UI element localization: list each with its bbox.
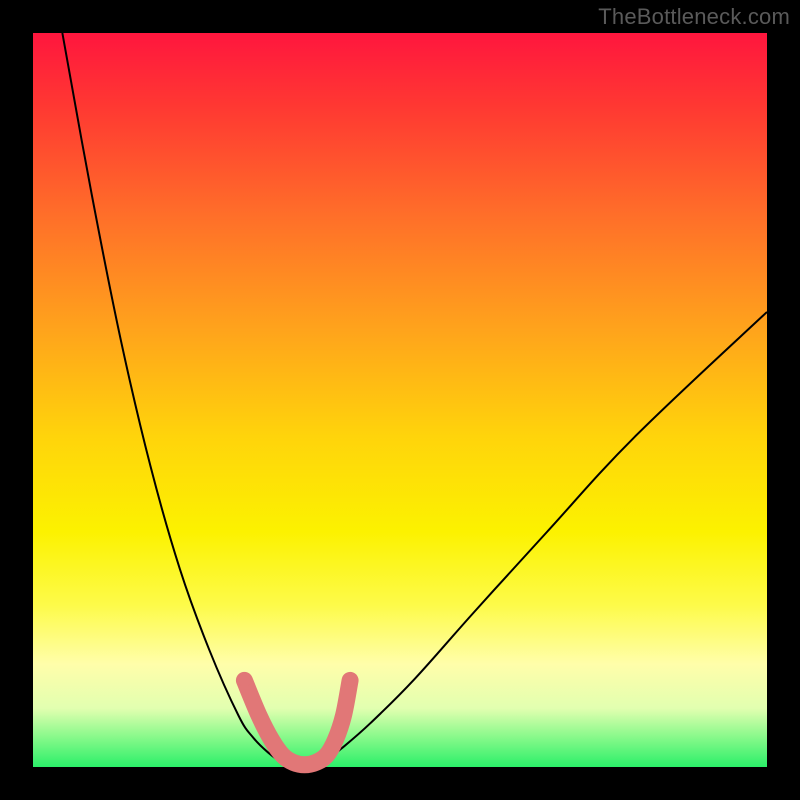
optimal-zone-end-dot	[344, 674, 357, 687]
curve-layer	[62, 33, 767, 767]
bottleneck-plot	[33, 33, 767, 767]
watermark-text: TheBottleneck.com	[598, 4, 790, 30]
bottleneck-curve-right	[297, 312, 767, 767]
curves-svg	[33, 33, 767, 767]
optimal-zone-path	[244, 680, 350, 764]
bottleneck-curve-left	[62, 33, 297, 767]
chart-frame: TheBottleneck.com	[0, 0, 800, 800]
optimal-zone-markers	[238, 674, 357, 765]
optimal-zone-end-dot	[238, 674, 251, 687]
